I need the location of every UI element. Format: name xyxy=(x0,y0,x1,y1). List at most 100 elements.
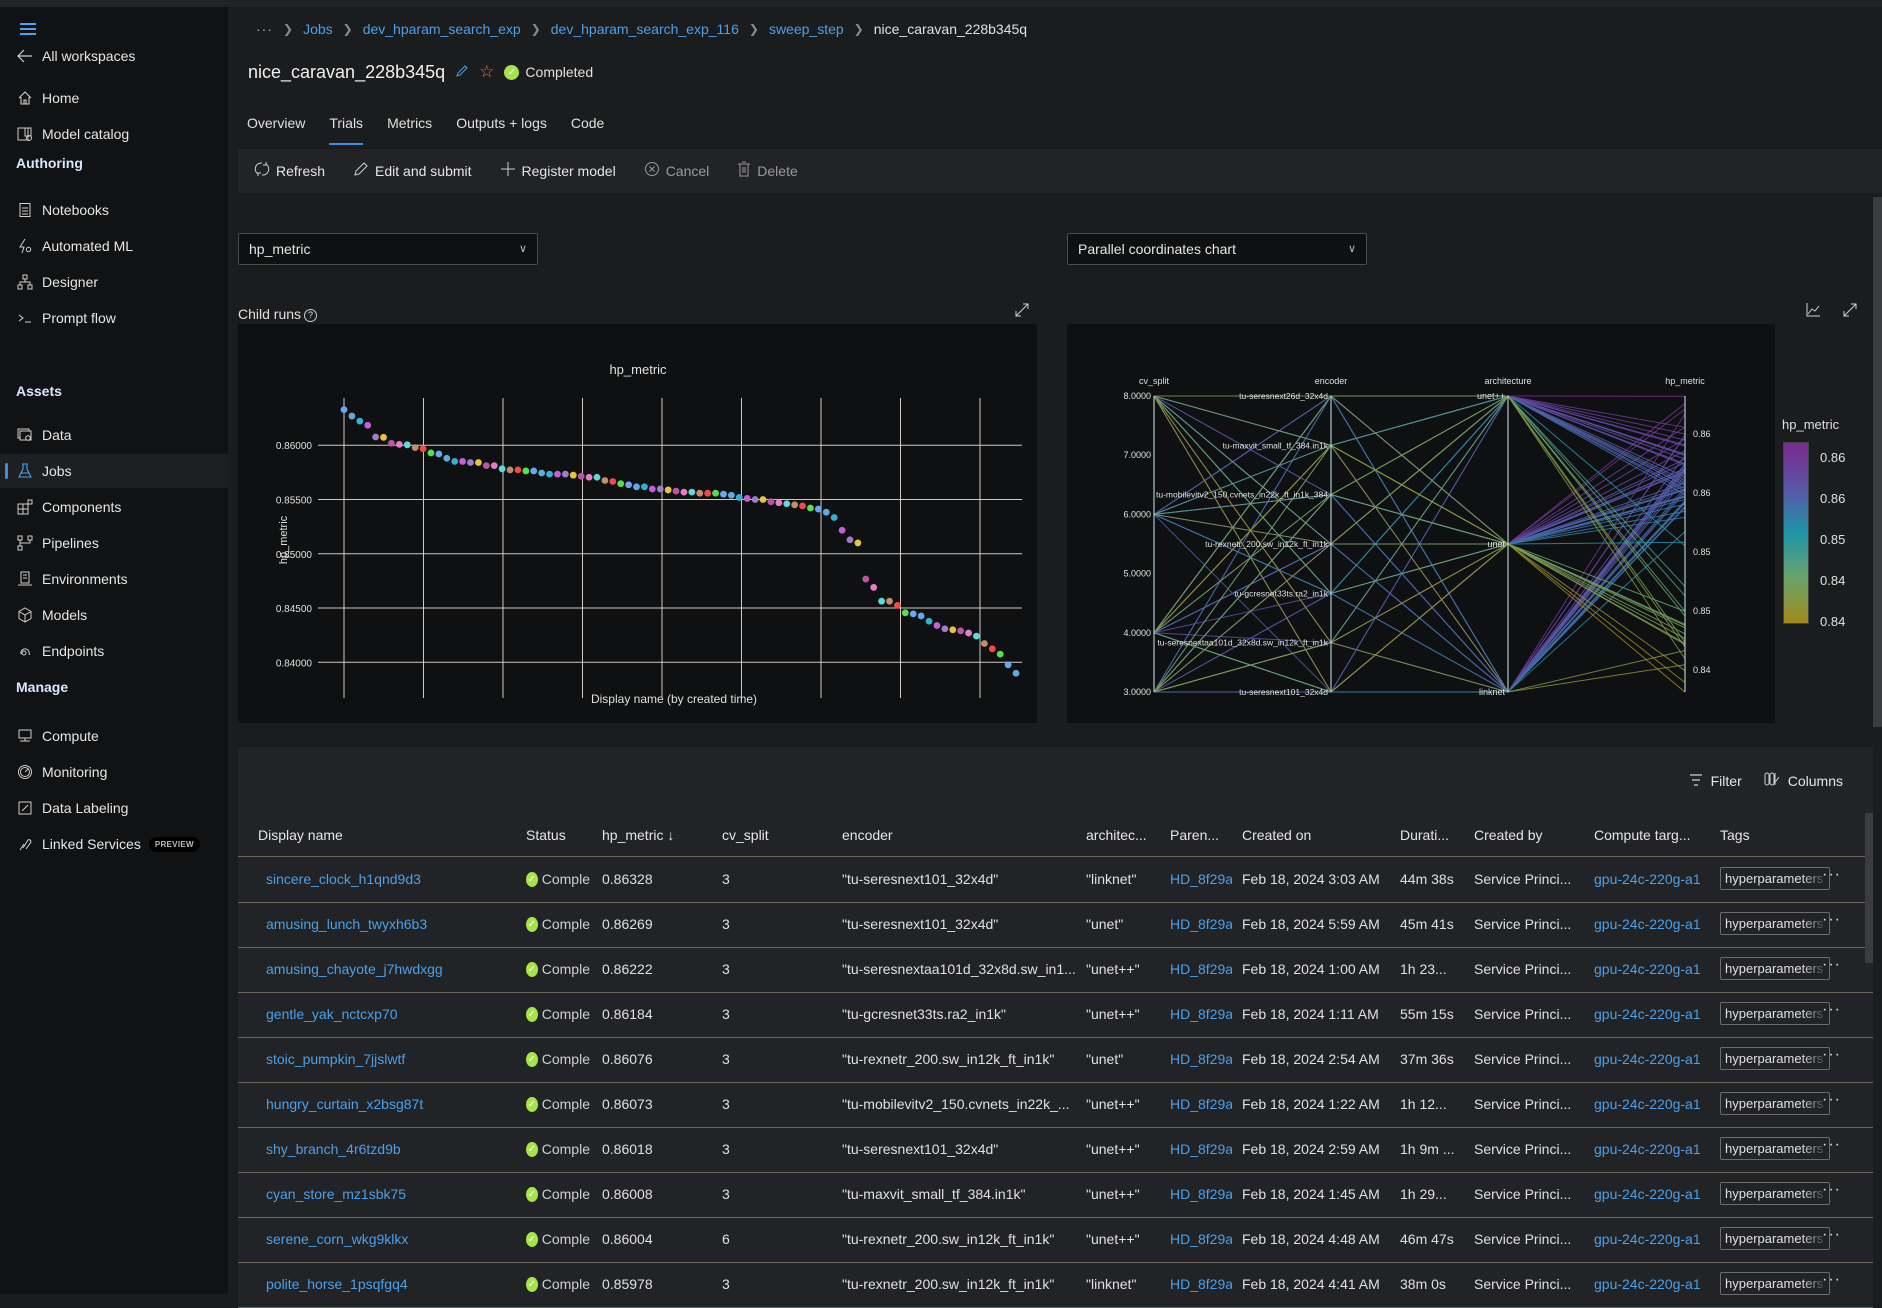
scatter-point[interactable] xyxy=(743,495,751,502)
column-header-compute-target[interactable]: Compute targ... xyxy=(1594,827,1691,843)
row-more-button[interactable]: ··· xyxy=(1822,956,1841,974)
sidebar-item-compute[interactable]: Compute xyxy=(0,719,228,753)
scatter-point[interactable] xyxy=(467,459,474,466)
cell-display-name[interactable]: serene_corn_wkg9klkx xyxy=(266,1231,516,1247)
row-more-button[interactable]: ··· xyxy=(1822,1271,1841,1289)
edit-and-submit-button[interactable]: Edit and submit xyxy=(353,161,472,182)
scatter-point[interactable] xyxy=(909,610,917,618)
scatter-point[interactable] xyxy=(720,490,727,498)
cell-compute-target[interactable]: gpu-24c-220g-a1 xyxy=(1594,1006,1714,1022)
scatter-point[interactable] xyxy=(696,489,704,497)
sidebar-item-pipelines[interactable]: Pipelines xyxy=(0,526,228,560)
table-row[interactable]: shy_branch_4r6tzd9b ✓ Comple 0.86018 3 "tu-se… xyxy=(238,1128,1873,1173)
column-header-parent[interactable]: Paren... xyxy=(1170,827,1219,843)
cell-display-name[interactable]: hungry_curtain_x2bsg87t xyxy=(266,1096,516,1112)
table-row[interactable]: cyan_store_mz1sbk75 ✓ Comple 0.86008 3 "tu-ma… xyxy=(238,1173,1873,1218)
cell-parent[interactable]: HD_8f29a xyxy=(1170,1141,1232,1157)
cell-parent[interactable]: HD_8f29a xyxy=(1170,916,1232,932)
sidebar-item-linked-services[interactable]: Linked Services PREVIEW xyxy=(0,827,228,861)
scatter-point[interactable] xyxy=(1012,669,1020,677)
help-icon[interactable]: ? xyxy=(304,308,318,322)
edit-name-icon[interactable] xyxy=(455,64,469,81)
column-header-tags[interactable]: Tags xyxy=(1720,827,1750,843)
cell-compute-target[interactable]: gpu-24c-220g-a1 xyxy=(1594,961,1714,977)
column-header-cv-split[interactable]: cv_split xyxy=(722,827,769,843)
tag-chip[interactable]: hyperparameters xyxy=(1720,957,1830,980)
scatter-point[interactable] xyxy=(411,444,419,452)
scatter-point[interactable] xyxy=(530,467,538,475)
cell-compute-target[interactable]: gpu-24c-220g-a1 xyxy=(1594,1141,1714,1157)
scatter-point[interactable] xyxy=(561,470,569,478)
scatter-point[interactable] xyxy=(490,462,498,470)
row-more-button[interactable]: ··· xyxy=(1822,1226,1841,1244)
sidebar-item-endpoints[interactable]: Endpoints xyxy=(0,634,228,668)
panel-scrollbar[interactable] xyxy=(1873,197,1882,727)
cell-display-name[interactable]: polite_horse_1psqfgq4 xyxy=(266,1276,516,1292)
scatter-point[interactable] xyxy=(348,412,356,420)
scatter-point[interactable] xyxy=(886,597,893,605)
scatter-point[interactable] xyxy=(973,632,980,640)
scatter-point[interactable] xyxy=(498,465,506,473)
scatter-point[interactable] xyxy=(664,486,672,494)
scatter-point[interactable] xyxy=(475,459,482,466)
scatter-point[interactable] xyxy=(957,627,965,635)
scatter-point[interactable] xyxy=(830,514,838,521)
scatter-point[interactable] xyxy=(807,504,814,512)
scatter-point[interactable] xyxy=(846,536,854,544)
sidebar-item-home[interactable]: Home xyxy=(0,81,228,115)
scatter-point[interactable] xyxy=(941,625,949,633)
tag-chip[interactable]: hyperparameters xyxy=(1720,1227,1830,1250)
refresh-button[interactable]: Refresh xyxy=(254,161,325,182)
scatter-point[interactable] xyxy=(672,487,680,495)
scatter-point[interactable] xyxy=(965,629,972,637)
scatter-point[interactable] xyxy=(356,417,364,425)
breadcrumb-parent-job[interactable]: dev_hparam_search_exp_116 xyxy=(551,21,739,37)
scatter-point[interactable] xyxy=(609,478,617,485)
table-row[interactable]: stoic_pumpkin_7jjslwtf ✓ Comple 0.86076 3 "tu… xyxy=(238,1038,1873,1083)
expand-icon[interactable] xyxy=(1014,302,1030,321)
delete-button[interactable]: Delete xyxy=(737,161,798,182)
breadcrumb-overflow-button[interactable]: ··· xyxy=(256,21,273,37)
scatter-point[interactable] xyxy=(870,584,878,591)
sidebar-item-models[interactable]: Models xyxy=(0,598,228,632)
scatter-point[interactable] xyxy=(340,406,348,414)
table-row[interactable]: hungry_curtain_x2bsg87t ✓ Comple 0.86073 3 "t… xyxy=(238,1083,1873,1128)
row-more-button[interactable]: ··· xyxy=(1822,866,1841,884)
chart-type-select[interactable]: Parallel coordinates chart ∨ xyxy=(1067,233,1367,265)
scatter-point[interactable] xyxy=(988,645,996,653)
scatter-point[interactable] xyxy=(656,485,664,493)
tab-overview[interactable]: Overview xyxy=(247,113,305,145)
scatter-point[interactable] xyxy=(933,622,941,629)
cell-compute-target[interactable]: gpu-24c-220g-a1 xyxy=(1594,1051,1714,1067)
column-header-hp-metric[interactable]: hp_metric ↓ xyxy=(602,827,674,843)
scatter-point[interactable] xyxy=(641,483,648,491)
expand-icon[interactable] xyxy=(1842,302,1858,321)
tab-metrics[interactable]: Metrics xyxy=(387,113,432,145)
column-header-created-on[interactable]: Created on xyxy=(1242,827,1311,843)
scatter-point[interactable] xyxy=(482,462,490,470)
sidebar-item-notebooks[interactable]: Notebooks xyxy=(0,193,228,227)
scatter-point[interactable] xyxy=(395,440,403,448)
scatter-point[interactable] xyxy=(435,450,443,458)
scatter-point[interactable] xyxy=(554,470,561,478)
scatter-point[interactable] xyxy=(901,609,909,617)
scatter-point[interactable] xyxy=(380,433,387,441)
table-row[interactable]: serene_corn_wkg9klkx ✓ Comple 0.86004 6 "tu-r… xyxy=(238,1218,1873,1263)
scatter-point[interactable] xyxy=(514,466,522,474)
scatter-point[interactable] xyxy=(917,612,925,620)
hamburger-menu-icon[interactable] xyxy=(20,23,36,35)
scatter-point[interactable] xyxy=(427,449,435,457)
scatter-point[interactable] xyxy=(862,575,870,583)
scatter-point[interactable] xyxy=(1004,661,1012,669)
cell-display-name[interactable]: gentle_yak_nctcxp70 xyxy=(266,1006,516,1022)
metric-select[interactable]: hp_metric ∨ xyxy=(238,233,538,265)
scatter-point[interactable] xyxy=(601,477,609,484)
scatter-point[interactable] xyxy=(633,483,640,491)
cell-parent[interactable]: HD_8f29a xyxy=(1170,871,1232,887)
row-more-button[interactable]: ··· xyxy=(1822,1181,1841,1199)
cell-parent[interactable]: HD_8f29a xyxy=(1170,1051,1232,1067)
tag-chip[interactable]: hyperparameters xyxy=(1720,1137,1830,1160)
filter-button[interactable]: Filter xyxy=(1689,771,1742,790)
cell-parent[interactable]: HD_8f29a xyxy=(1170,961,1232,977)
scatter-point[interactable] xyxy=(680,488,688,496)
